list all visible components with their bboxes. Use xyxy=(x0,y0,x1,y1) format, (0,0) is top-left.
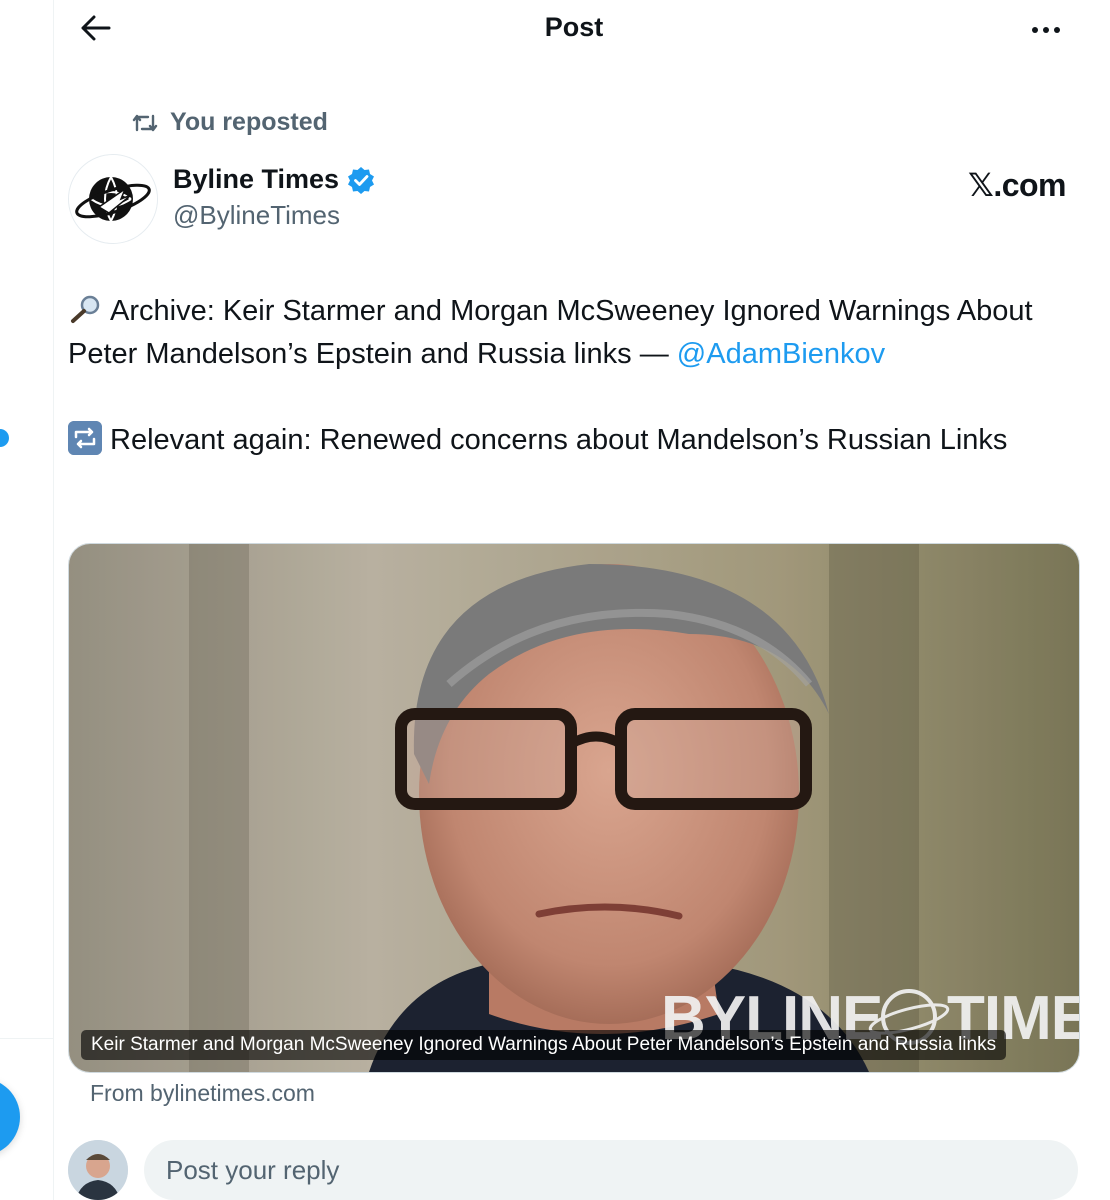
repost-label: You reposted xyxy=(170,108,328,136)
card-caption: Keir Starmer and Morgan McSweeney Ignore… xyxy=(81,1030,1007,1060)
repost-icon xyxy=(132,114,158,131)
left-sidebar xyxy=(0,0,54,1200)
user-avatar[interactable] xyxy=(68,1140,128,1200)
more-options-button[interactable] xyxy=(1024,12,1068,48)
tweet-paragraph-1: Archive: Keir Starmer and Morgan McSween… xyxy=(68,290,1068,376)
tweet-line-2: Relevant again: Renewed concerns about M… xyxy=(110,424,1008,456)
link-preview-card[interactable]: BYLINE TIMES Keir Starmer and Morgan McS… xyxy=(68,543,1080,1073)
reply-input[interactable]: Post your reply xyxy=(144,1140,1078,1200)
article-photo: BYLINE TIMES xyxy=(69,544,1079,1072)
mention-link[interactable]: @AdamBienkov xyxy=(677,338,885,370)
byline-times-logo xyxy=(69,155,157,243)
repost-context: You reposted xyxy=(132,108,328,137)
post-header: Post xyxy=(54,0,1110,58)
tweet-text: Archive: Keir Starmer and Morgan McSween… xyxy=(68,290,1068,462)
repeat-icon xyxy=(68,421,102,455)
author-name[interactable]: Byline Times xyxy=(173,164,339,195)
author-handle[interactable]: @BylineTimes xyxy=(173,200,340,231)
author-avatar[interactable] xyxy=(68,154,158,244)
user-avatar-photo xyxy=(68,1140,128,1200)
source-label: 𝕏.com xyxy=(968,167,1066,203)
more-horizontal-icon xyxy=(1032,27,1038,33)
page-title: Post xyxy=(544,12,604,42)
column-divider xyxy=(53,0,54,1200)
tweet-line-1: Archive: Keir Starmer and Morgan McSween… xyxy=(68,295,1033,370)
tweet-paragraph-2: Relevant again: Renewed concerns about M… xyxy=(68,419,1068,462)
magnifying-glass-icon xyxy=(71,295,100,323)
sidebar-divider xyxy=(0,1038,53,1039)
verified-badge-icon xyxy=(348,166,375,194)
post-page: Post You reposted Byline Times @BylineTi… xyxy=(0,0,1110,1200)
author-name-row[interactable]: Byline Times xyxy=(173,164,375,195)
card-source[interactable]: From bylinetimes.com xyxy=(90,1080,315,1107)
